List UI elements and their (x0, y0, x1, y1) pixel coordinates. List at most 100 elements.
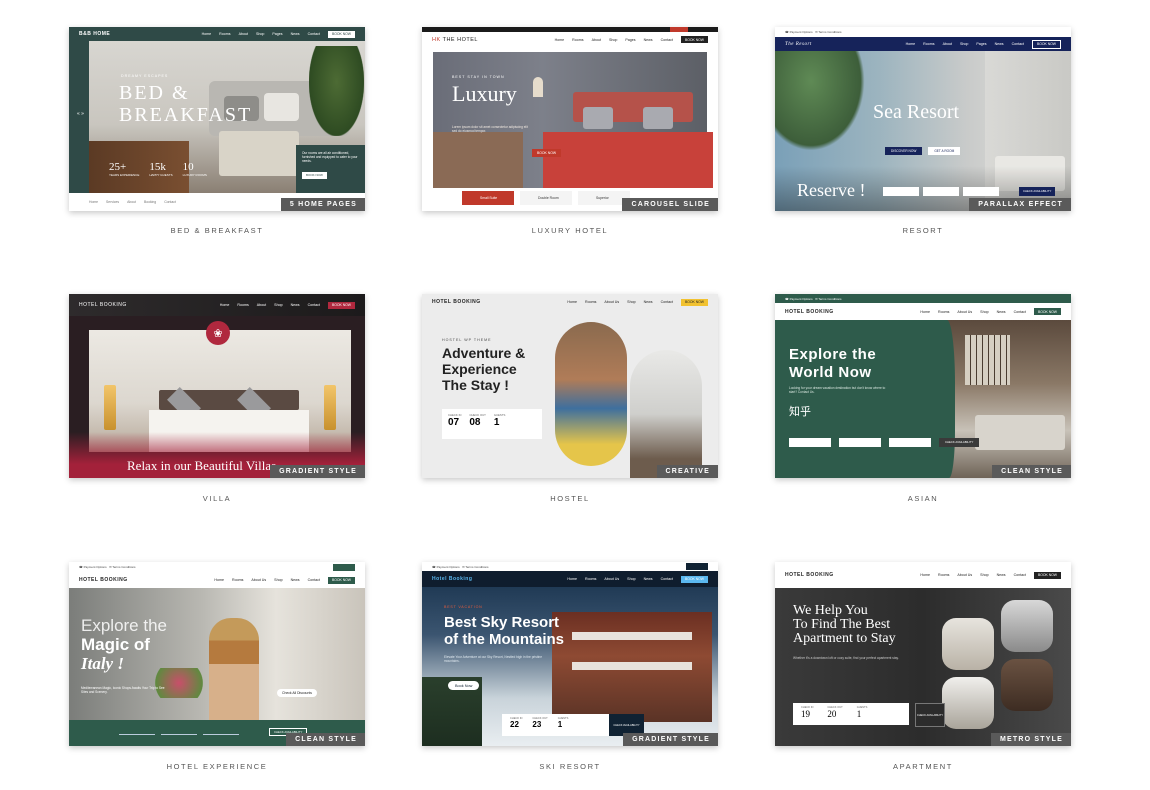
demo-caption: RESORT (902, 226, 944, 235)
nav-link: About (238, 32, 248, 36)
demo-card-hostel[interactable]: HOTEL BOOKING Home Rooms About Us Shop N… (422, 294, 718, 478)
demo-cta: BOOK NOW (1031, 39, 1061, 49)
stat-item: 15k HAPPY GUESTS (149, 161, 173, 177)
nav-link: Contact (660, 577, 673, 581)
nav-link: Shop (627, 577, 636, 581)
hero-title-line-1: Best Sky Resort (444, 614, 560, 631)
gallery-image (1001, 659, 1053, 711)
booking-fields: CHECK AVAILABILITY (883, 187, 1056, 196)
booking-field: CHECK OUT 23 (532, 717, 548, 729)
demo-nav: HOTEL BOOKING Home Rooms About Shop News… (69, 294, 365, 316)
demo-caption: SKI RESORT (539, 762, 601, 771)
demo-caption: ASIAN (907, 494, 939, 503)
nav-link: Home (905, 42, 916, 46)
booking-fields: CHECK AVAILABILITY (789, 438, 980, 447)
demo-logo: HOTEL BOOKING (79, 302, 127, 308)
booking-field: CHECK OUT 20 (827, 706, 843, 719)
demo-card-villa[interactable]: HOTEL BOOKING Home Rooms About Shop News… (69, 294, 365, 478)
hero-title-line-3: Apartment to Stay (793, 631, 896, 646)
booking-field: CHECK IN 19 (801, 706, 814, 719)
nav-link: News (290, 32, 300, 36)
hero-subtitle: Reserve ! (797, 180, 866, 200)
nav-link: About Us (604, 300, 620, 304)
nav-link: Home (567, 577, 577, 581)
nav-link: Rooms (231, 578, 244, 582)
room-button: GET A ROOM (928, 147, 961, 155)
nav-link: Rooms (937, 309, 950, 314)
nav-link: Pages (272, 32, 283, 36)
hero-title: We Help You To Find The Best Apartment t… (793, 604, 896, 646)
booking-form: CHECK IN 19 CHECK OUT 20 GUESTS 1 (793, 703, 909, 725)
slide-thumb: Small Suite (462, 191, 514, 205)
nav-link: News (290, 578, 300, 582)
demo-cta: BOOK NOW (327, 576, 355, 584)
hero-title: Explore the Magic of Italy ! (81, 616, 167, 673)
feature-tag: CLEAN STYLE (286, 733, 365, 746)
demo-nav: HOTEL BOOKING Home Rooms About Us Shop N… (69, 572, 365, 588)
demo-card-apartment[interactable]: HOTEL BOOKING Home Rooms About Us Shop N… (775, 562, 1071, 746)
hero-image-people (555, 322, 627, 466)
nav-link: Home (920, 573, 930, 577)
nav-link: Pages (625, 37, 636, 42)
availability-button: CHECK AVAILABILITY (939, 438, 980, 447)
hero-kicker: DREAMY ESCAPES (121, 74, 169, 78)
nav-link: News (996, 309, 1006, 314)
nav-link: Pages (976, 42, 987, 46)
hero-text: Elevate Your Adventure at our Sky Resort… (444, 655, 542, 663)
demo-utility-bar: ☎ Payment Options ✉ Terms Conditions (69, 562, 365, 572)
booking-field: GUESTS 1 (856, 706, 868, 719)
hero-title-line-2: Magic of (81, 635, 150, 654)
hero-image-bunk (630, 350, 702, 478)
demo-nav-links: Home Rooms About Us Shop News Contact (920, 310, 1026, 314)
info-box: Our rooms are all air conditioned, furni… (296, 145, 365, 193)
nav-link: Contact (660, 300, 673, 304)
booking-field: GUESTS 1 (557, 717, 569, 729)
feature-tag: GRADIENT STYLE (270, 465, 365, 478)
hero-title-line-3: Italy ! (81, 654, 124, 673)
nav-link: Contact (660, 37, 673, 42)
nav-link: Contact (307, 303, 320, 307)
hero-title-line-2: of the Mountains (444, 631, 564, 648)
demo-caption: BED & BREAKFAST (170, 226, 264, 235)
hero-title-line-1: We Help You (793, 603, 868, 618)
demo-caption: HOTEL EXPERIENCE (166, 762, 268, 771)
demo-card-bed-breakfast[interactable]: B&B HOME Home Rooms About Shop Pages New… (69, 27, 365, 211)
nav-link: Contact (1013, 309, 1026, 314)
kanji-text: 知乎 (789, 406, 811, 418)
nav-link: Rooms (572, 37, 584, 42)
demo-utility-bar: ☎ Payment Options ✉ Terms Conditions (775, 294, 1071, 303)
demo-nav-links: Home Rooms About Us Shop News Contact (214, 578, 320, 582)
demo-card-resort[interactable]: ☎ Payment Options ✉ Terms Conditions The… (775, 27, 1071, 211)
demo-cta: BOOK NOW (680, 575, 708, 583)
nav-link: Shop (627, 300, 636, 304)
nav-link: Contact (1013, 573, 1026, 577)
demo-card-hotel-experience[interactable]: ☎ Payment Options ✉ Terms Conditions HOT… (69, 562, 365, 746)
demo-utility-bar: ☎ Payment Options ✉ Terms Conditions (775, 27, 1071, 37)
nav-link: Rooms (219, 32, 231, 36)
nav-link: Rooms (584, 300, 597, 304)
demo-nav-links: Home Rooms About Shop Pages News Contact (906, 42, 1024, 46)
side-strip: « » (69, 41, 89, 193)
nav-link: Shop (274, 303, 283, 307)
demo-logo: HOTEL BOOKING (432, 299, 481, 305)
demo-nav: HOTEL BOOKING Home Rooms About Us Shop N… (775, 303, 1071, 320)
demo-nav: HOTEL BOOKING Home Rooms About Us Shop N… (422, 294, 718, 310)
demo-card-ski-resort[interactable]: ☎ Payment Options ✉ Terms Conditions Hot… (422, 562, 718, 746)
demo-cta: BOOK NOW (327, 301, 355, 309)
nav-link: News (643, 300, 653, 304)
demo-logo: HOTEL BOOKING (785, 572, 834, 578)
nav-link: About (256, 303, 267, 307)
demo-card-asian[interactable]: ☎ Payment Options ✉ Terms Conditions HOT… (775, 294, 1071, 478)
nav-link: Shop (608, 37, 618, 42)
hero-title-line-2: BREAKFAST (119, 104, 253, 126)
nav-link: News (643, 577, 653, 581)
feature-tag: CREATIVE (656, 465, 718, 478)
nav-link: Home (554, 37, 565, 42)
demo-logo: B&B HOME (79, 31, 111, 37)
hero-title: Sea Resort (873, 101, 960, 123)
slide-thumb: Double Room (520, 191, 572, 205)
demo-nav: HK THE HOTEL Home Rooms About Shop Pages… (422, 32, 718, 47)
lotus-icon: ❀ (206, 321, 230, 345)
nav-link: Shop (980, 573, 989, 577)
demo-card-luxury-hotel[interactable]: HK THE HOTEL Home Rooms About Shop Pages… (422, 27, 718, 211)
